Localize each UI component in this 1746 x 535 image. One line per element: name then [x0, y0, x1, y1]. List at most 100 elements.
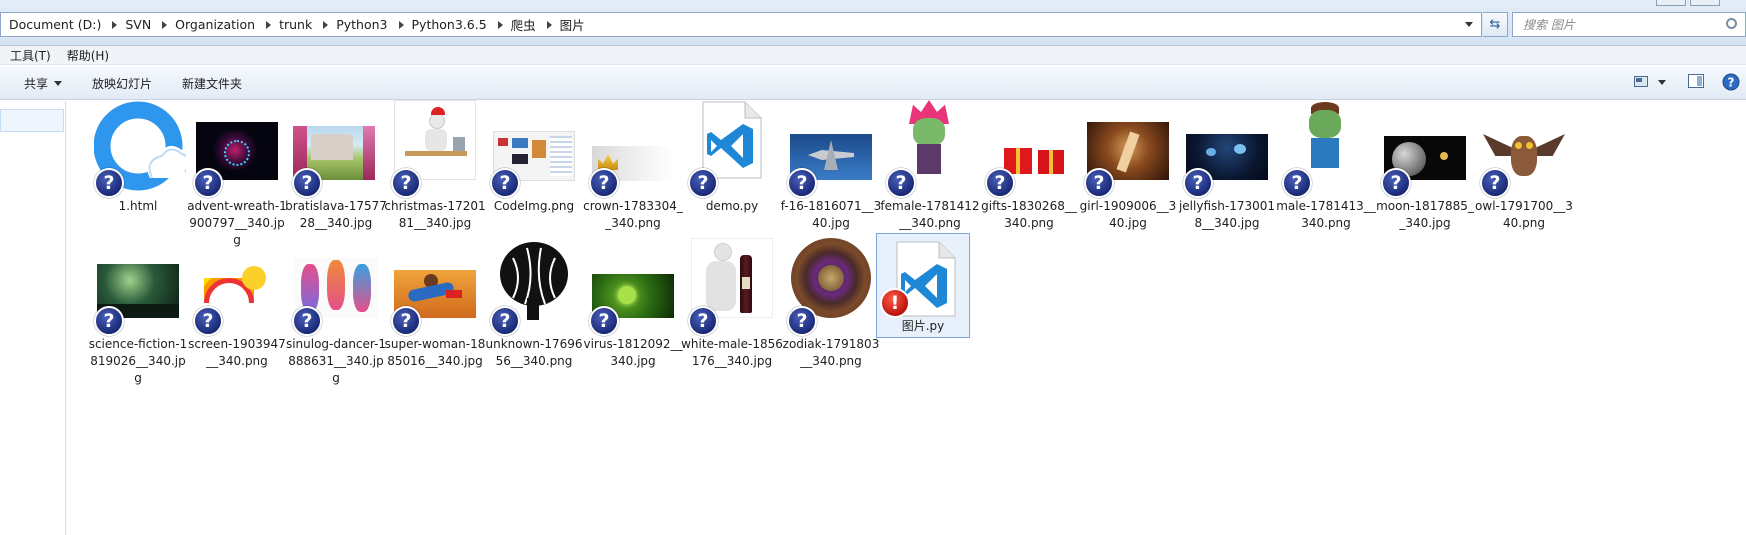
- file-item[interactable]: ? owl-1791700__340.png: [1471, 98, 1577, 232]
- unknown-type-overlay-icon: ?: [292, 306, 322, 336]
- share-label: 共享: [24, 77, 49, 91]
- breadcrumb-item[interactable]: 图片: [560, 15, 585, 34]
- file-item[interactable]: ? male-1781413__340.png: [1273, 98, 1379, 232]
- unknown-type-overlay-icon: ?: [1381, 168, 1411, 198]
- file-item[interactable]: ? female-1781412__340.png: [877, 98, 983, 232]
- slideshow-button[interactable]: 放映幻灯片: [92, 75, 152, 92]
- unknown-type-overlay-icon: ?: [886, 168, 916, 198]
- vscode-icon: [702, 101, 762, 179]
- unknown-type-overlay-icon: ?: [1183, 168, 1213, 198]
- file-name: crown-1783304__340.png: [583, 199, 683, 230]
- breadcrumb: Organization: [167, 13, 272, 36]
- file-name: moon-1817885__340.jpg: [1376, 199, 1474, 230]
- unknown-type-overlay-icon: ?: [787, 168, 817, 198]
- file-item[interactable]: ? screen-1903947__340.png: [184, 236, 290, 370]
- file-item[interactable]: ? virus-1812092__340.jpg: [580, 236, 686, 370]
- breadcrumb-item[interactable]: trunk: [279, 17, 312, 32]
- file-item[interactable]: ? super-woman-1885016__340.jpg: [382, 236, 488, 370]
- breadcrumb-item[interactable]: Document (D:): [9, 17, 101, 32]
- file-name: demo.py: [705, 199, 759, 213]
- unknown-type-overlay-icon: ?: [94, 168, 124, 198]
- unknown-type-overlay-icon: ?: [688, 168, 718, 198]
- menu-tools[interactable]: 工具(T): [10, 47, 51, 64]
- file-item-selected[interactable]: ! 图片.py: [876, 233, 970, 338]
- unknown-type-overlay-icon: ?: [1480, 168, 1510, 198]
- chevron-down-icon: [1465, 22, 1473, 27]
- address-bar[interactable]: Document (D:) SVN Organization trunk Pyt…: [0, 12, 1482, 37]
- unknown-type-overlay-icon: ?: [1282, 168, 1312, 198]
- file-name: female-1781412__340.png: [880, 199, 980, 230]
- search-input[interactable]: 搜索 图片: [1512, 12, 1746, 37]
- file-item[interactable]: ? unknown-1769656__340.png: [481, 236, 587, 370]
- file-name: gifts-1830268__340.png: [981, 199, 1077, 230]
- file-list[interactable]: ? 1.html ? advent-wreath-1900797__340.jp…: [67, 98, 1746, 535]
- view-options-dropdown[interactable]: [1658, 80, 1666, 85]
- unknown-type-overlay-icon: ?: [391, 168, 421, 198]
- file-item[interactable]: ? sinulog-dancer-1888631__340.jpg: [283, 236, 389, 387]
- file-item[interactable]: ? science-fiction-1819026__340.jpg: [85, 236, 191, 387]
- maximize-button[interactable]: [1690, 0, 1720, 6]
- error-overlay-icon: !: [880, 288, 910, 318]
- file-item[interactable]: ? white-male-1856176__340.jpg: [679, 236, 785, 370]
- file-item[interactable]: ? f-16-1816071__340.jpg: [778, 98, 884, 232]
- unknown-type-overlay-icon: ?: [1084, 168, 1114, 198]
- preview-pane-icon[interactable]: [1688, 74, 1704, 88]
- breadcrumb: trunk: [271, 13, 329, 36]
- breadcrumb: SVN: [117, 13, 168, 36]
- file-item[interactable]: ? christmas-1720181__340.jpg: [382, 98, 488, 232]
- file-item[interactable]: ? jellyfish-1730018__340.jpg: [1174, 98, 1280, 232]
- change-view-icon[interactable]: [1634, 76, 1648, 87]
- file-name: white-male-1856176__340.jpg: [681, 337, 783, 368]
- unknown-type-overlay-icon: ?: [490, 168, 520, 198]
- unknown-type-overlay-icon: ?: [589, 168, 619, 198]
- file-item[interactable]: ? crown-1783304__340.png: [580, 98, 686, 232]
- address-row: Document (D:) SVN Organization trunk Pyt…: [0, 0, 1746, 46]
- breadcrumb: 爬虫: [503, 13, 552, 36]
- file-item[interactable]: ? zodiak-1791803__340.png: [778, 236, 884, 370]
- share-button[interactable]: 共享: [24, 75, 63, 92]
- breadcrumb-item[interactable]: SVN: [125, 17, 151, 32]
- file-name: 1.html: [118, 199, 158, 213]
- search-placeholder: 搜索 图片: [1523, 18, 1575, 32]
- breadcrumb: Python3: [328, 13, 404, 36]
- unknown-type-overlay-icon: ?: [688, 306, 718, 336]
- file-name: f-16-1816071__340.jpg: [780, 199, 882, 230]
- new-folder-label: 新建文件夹: [182, 77, 243, 91]
- file-name: christmas-1720181__340.jpg: [384, 199, 486, 230]
- breadcrumb: 图片: [552, 13, 585, 36]
- breadcrumb-item[interactable]: Python3: [336, 17, 387, 32]
- file-name: screen-1903947__340.png: [188, 337, 286, 368]
- refresh-button[interactable]: ⇆: [1483, 12, 1508, 37]
- file-item[interactable]: ? CodeImg.png: [481, 98, 587, 215]
- file-name: 图片.py: [901, 319, 945, 333]
- unknown-type-overlay-icon: ?: [193, 306, 223, 336]
- help-icon[interactable]: ?: [1722, 73, 1740, 91]
- file-item[interactable]: ? moon-1817885__340.jpg: [1372, 98, 1478, 232]
- unknown-type-overlay-icon: ?: [787, 306, 817, 336]
- unknown-type-overlay-icon: ?: [589, 306, 619, 336]
- file-name: unknown-1769656__340.png: [485, 337, 583, 368]
- breadcrumb-item[interactable]: Python3.6.5: [412, 17, 487, 32]
- file-name: male-1781413__340.png: [1276, 199, 1376, 230]
- address-history-dropdown[interactable]: [1457, 13, 1481, 36]
- file-item[interactable]: ? girl-1909006__340.jpg: [1075, 98, 1181, 232]
- file-item[interactable]: ? bratislava-1757728__340.jpg: [283, 98, 389, 232]
- file-item[interactable]: ? advent-wreath-1900797__340.jpg: [184, 98, 290, 249]
- menu-bar: 工具(T) 帮助(H): [0, 46, 1746, 65]
- unknown-type-overlay-icon: ?: [193, 168, 223, 198]
- navigation-pane[interactable]: [0, 101, 66, 535]
- chevron-down-icon: [1658, 80, 1666, 85]
- menu-help[interactable]: 帮助(H): [67, 47, 109, 64]
- breadcrumb-item[interactable]: Organization: [175, 17, 255, 32]
- file-name: owl-1791700__340.png: [1475, 199, 1573, 230]
- file-name: zodiak-1791803__340.png: [782, 337, 880, 368]
- nav-selected-item[interactable]: [0, 109, 64, 132]
- new-folder-button[interactable]: 新建文件夹: [182, 75, 242, 92]
- unknown-type-overlay-icon: ?: [94, 306, 124, 336]
- file-item[interactable]: ? demo.py: [679, 98, 785, 215]
- file-item[interactable]: ? gifts-1830268__340.png: [976, 98, 1082, 232]
- minimize-button[interactable]: [1656, 0, 1686, 6]
- file-item[interactable]: ? 1.html: [85, 98, 191, 215]
- chevron-down-icon: [54, 81, 63, 86]
- breadcrumb-item[interactable]: 爬虫: [511, 15, 536, 34]
